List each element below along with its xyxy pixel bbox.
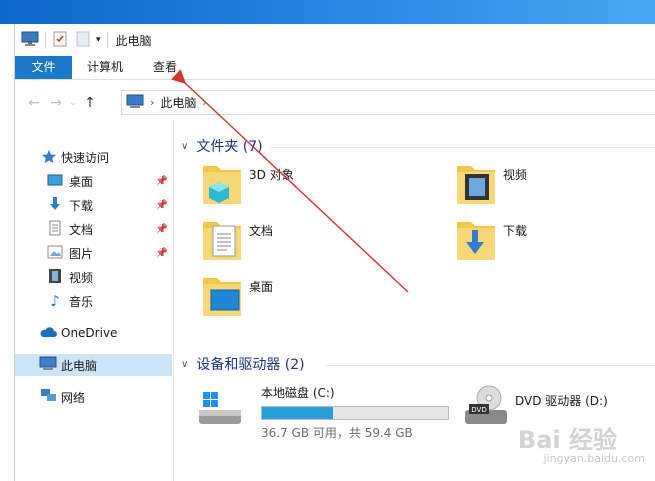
video-folder-icon — [455, 160, 497, 206]
sidebar-item-quick-access[interactable]: 快速访问 — [15, 146, 172, 168]
drive-item-c[interactable]: 本地磁盘 (C:) 36.7 GB 可用，共 59.4 GB — [189, 380, 459, 440]
sidebar-item-documents[interactable]: 文档 📌 — [15, 218, 172, 240]
documents-folder-icon — [201, 216, 243, 262]
sidebar-item-label: 桌面 — [69, 174, 94, 189]
pane-divider[interactable] — [173, 120, 174, 481]
back-arrow-icon[interactable]: ← — [23, 95, 45, 111]
navigation-bar: ← → ⌄ ↑ › 此电脑 › — [15, 88, 655, 118]
group-header-folders[interactable]: ∨ 文件夹 (7) — [181, 136, 263, 156]
folder-label: 桌面 — [249, 280, 274, 294]
picture-icon — [47, 245, 63, 262]
desktop-folder-icon — [201, 272, 243, 318]
sidebar-item-label: 音乐 — [69, 294, 94, 309]
up-arrow-icon[interactable]: ↑ — [79, 95, 101, 111]
folder-item-3d-objects[interactable]: 3D 对象 — [193, 160, 433, 210]
music-icon: ♪ — [50, 292, 60, 310]
sidebar-item-desktop[interactable]: 桌面 📌 — [15, 170, 172, 192]
sidebar-item-label: 下载 — [69, 198, 94, 213]
cloud-icon — [39, 326, 57, 341]
folder-item-downloads[interactable]: 下载 — [447, 216, 647, 266]
properties-icon[interactable] — [52, 31, 68, 50]
sidebar-item-network[interactable]: 网络 — [15, 386, 172, 408]
sidebar-item-pictures[interactable]: 图片 📌 — [15, 242, 172, 264]
download-icon — [47, 196, 63, 215]
folder-item-videos[interactable]: 视频 — [447, 160, 647, 210]
group-header-drives[interactable]: ∨ 设备和驱动器 (2) — [181, 354, 305, 374]
navigation-pane: 快速访问 桌面 📌 下载 📌 文档 📌 图片 📌 视频 ♪ 音乐 OneDriv… — [15, 132, 173, 481]
downloads-folder-icon — [455, 216, 497, 262]
document-icon — [47, 220, 63, 239]
breadcrumb-item[interactable]: 此电脑 — [160, 94, 196, 111]
sidebar-item-label: 文档 — [69, 222, 94, 237]
computer-icon — [21, 31, 39, 50]
drive-usage-fill — [262, 407, 334, 419]
computer-icon — [126, 94, 144, 112]
drive-free-space: 36.7 GB 可用，共 59.4 GB — [261, 426, 413, 440]
folder-item-documents[interactable]: 文档 — [193, 216, 433, 266]
sidebar-item-label: 此电脑 — [61, 358, 98, 373]
group-title: 设备和驱动器 (2) — [196, 357, 305, 373]
breadcrumb-chevron-icon[interactable]: › — [202, 96, 206, 109]
svg-text:DVD: DVD — [471, 406, 486, 414]
group-title: 文件夹 (7) — [196, 139, 263, 155]
sidebar-item-label: 快速访问 — [61, 150, 110, 165]
folder-label: 视频 — [503, 168, 528, 182]
drive-usage-bar — [261, 406, 449, 420]
star-icon — [41, 149, 57, 166]
sidebar-item-onedrive[interactable]: OneDrive — [15, 322, 172, 344]
sidebar-item-label: OneDrive — [61, 326, 118, 340]
group-divider — [271, 147, 655, 148]
pin-icon: 📌 — [155, 199, 168, 211]
address-bar[interactable]: › 此电脑 › — [121, 90, 655, 115]
folder-label: 文档 — [249, 224, 274, 238]
desktop-icon — [47, 173, 63, 190]
folder-label: 下载 — [503, 224, 528, 238]
title-bar: ▾ 此电脑 — [15, 24, 655, 56]
windows-drive-icon — [197, 390, 243, 433]
desktop-background — [0, 0, 655, 24]
tab-computer[interactable]: 计算机 — [72, 56, 138, 79]
folder-item-desktop[interactable]: 桌面 — [193, 272, 433, 322]
sidebar-item-videos[interactable]: 视频 — [15, 266, 172, 288]
sidebar-item-downloads[interactable]: 下载 📌 — [15, 194, 172, 216]
sidebar-item-music[interactable]: ♪ 音乐 — [15, 290, 172, 312]
file-explorer-window: ▾ 此电脑 文件 计算机 查看 ← → ⌄ ↑ › 此电脑 › 快速访问 桌面 — [14, 24, 655, 481]
sidebar-item-label: 网络 — [61, 390, 86, 405]
group-divider — [325, 365, 655, 366]
chevron-down-icon[interactable]: ∨ — [181, 141, 188, 152]
recent-locations-chevron-icon[interactable]: ⌄ — [67, 98, 79, 108]
forward-arrow-icon[interactable]: → — [45, 95, 67, 111]
dvd-drive-icon: DVD — [463, 384, 509, 431]
3d-objects-icon — [201, 160, 243, 206]
pin-icon: 📌 — [155, 223, 168, 235]
customize-qat-chevron-icon[interactable]: ▾ — [96, 35, 101, 45]
window-title: 此电脑 — [115, 33, 152, 48]
computer-icon — [39, 356, 57, 374]
sidebar-item-label: 视频 — [69, 270, 94, 285]
tab-file[interactable]: 文件 — [15, 56, 72, 79]
title-separator — [45, 32, 46, 48]
sidebar-item-label: 图片 — [69, 246, 94, 261]
folder-label: 3D 对象 — [249, 168, 294, 182]
breadcrumb-chevron-icon[interactable]: › — [150, 96, 154, 109]
ribbon-tabs: 文件 计算机 查看 — [15, 56, 655, 80]
pin-icon: 📌 — [155, 175, 168, 187]
watermark-url: jingyan.baidu.com — [543, 452, 645, 465]
tab-view[interactable]: 查看 — [138, 56, 192, 79]
drive-label: 本地磁盘 (C:) — [261, 386, 335, 400]
sidebar-item-this-pc[interactable]: 此电脑 — [15, 354, 172, 376]
new-folder-icon[interactable] — [76, 31, 90, 50]
chevron-down-icon[interactable]: ∨ — [181, 359, 188, 370]
network-icon — [39, 388, 57, 406]
pin-icon: 📌 — [155, 247, 168, 259]
video-icon — [47, 268, 63, 287]
title-separator — [106, 32, 108, 48]
baidu-watermark-logo: Bai 经验 — [517, 426, 617, 454]
drive-label: DVD 驱动器 (D:) — [515, 394, 608, 408]
